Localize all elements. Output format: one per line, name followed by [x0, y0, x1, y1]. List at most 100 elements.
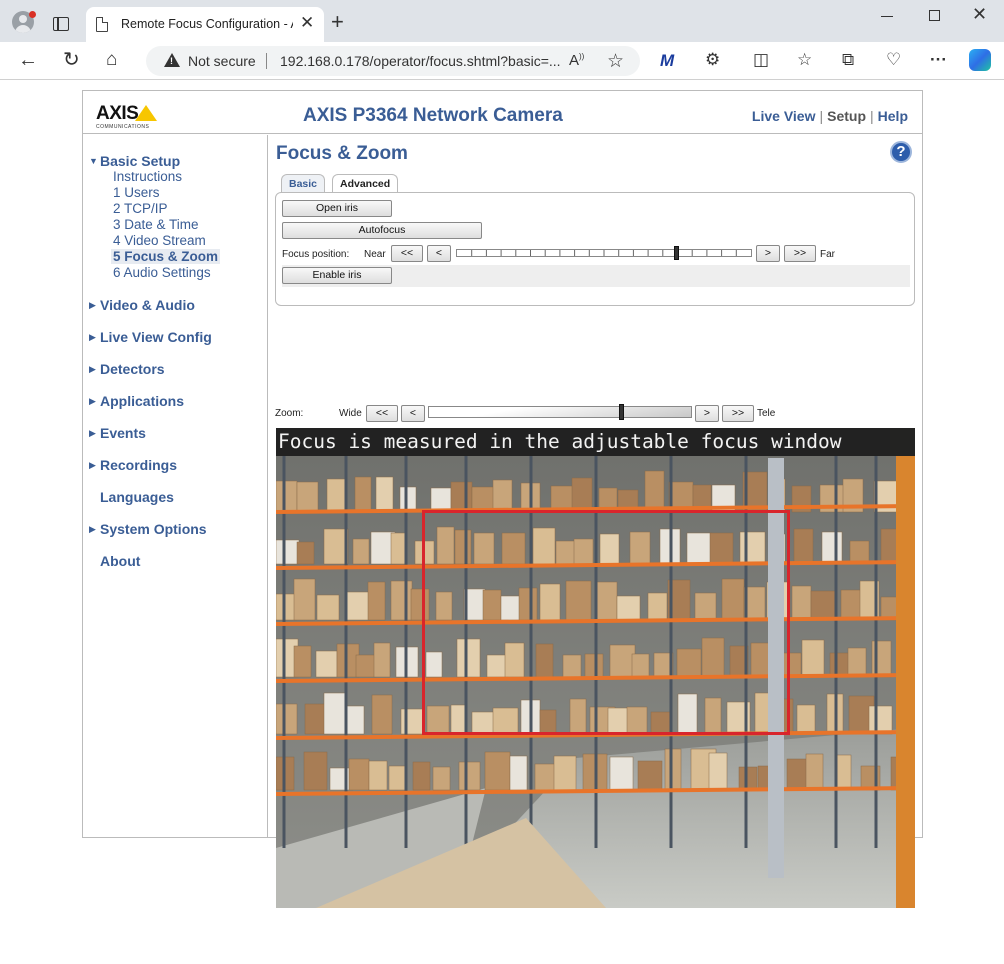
read-aloud-icon[interactable]: A)): [569, 52, 584, 69]
warehouse-box: [293, 645, 312, 678]
sidebar-system-options[interactable]: System Options: [100, 521, 207, 537]
back-icon[interactable]: ←: [18, 50, 38, 70]
chevron-right-icon[interactable]: ▶: [89, 460, 96, 471]
warehouse-box: [492, 479, 513, 513]
zoom-tele-big-step-button[interactable]: >>: [722, 405, 754, 422]
open-iris-button[interactable]: Open iris: [282, 200, 392, 217]
focus-near-step-button[interactable]: <: [427, 245, 451, 262]
security-label[interactable]: Not secure: [188, 53, 256, 69]
chevron-right-icon[interactable]: ▶: [89, 428, 96, 439]
zoom-tele-label: Tele: [757, 408, 776, 419]
tab-title: Remote Focus Configuration - AXIS: [121, 17, 293, 31]
zoom-wide-label: Wide: [339, 408, 362, 419]
chevron-right-icon[interactable]: ▶: [89, 524, 96, 535]
sidebar-item-audio-settings[interactable]: 6 Audio Settings: [113, 265, 211, 280]
focus-far-big-step-button[interactable]: >>: [784, 245, 816, 262]
star-icon[interactable]: ☆: [607, 50, 624, 73]
warehouse-box: [276, 539, 300, 565]
sidebar-live-view-config[interactable]: Live View Config: [100, 329, 212, 345]
video-caption: Focus is measured in the adjustable focu…: [276, 428, 915, 456]
sidebar-item-focus-zoom[interactable]: 5 Focus & Zoom: [111, 249, 221, 264]
sidebar-item-date-time[interactable]: 3 Date & Time: [113, 217, 199, 232]
more-icon[interactable]: ···: [930, 51, 947, 68]
chevron-right-icon[interactable]: ▶: [89, 332, 96, 343]
help-icon[interactable]: ?: [890, 141, 912, 163]
refresh-icon[interactable]: ↻: [63, 50, 80, 70]
zoom-tele-step-button[interactable]: >: [695, 405, 719, 422]
tab-advanced[interactable]: Advanced: [332, 174, 399, 193]
focus-far-step-button[interactable]: >: [756, 245, 780, 262]
warehouse-box: [880, 528, 899, 565]
autofocus-button[interactable]: Autofocus: [282, 222, 482, 239]
chevron-down-icon[interactable]: ▼: [89, 156, 98, 166]
sidebar-languages[interactable]: Languages: [100, 489, 174, 505]
url-text[interactable]: 192.168.0.178/operator/focus.shtml?basic…: [280, 53, 570, 69]
setup-link[interactable]: Setup: [827, 108, 866, 124]
warehouse-box: [276, 703, 298, 735]
zoom-slider-thumb[interactable]: [619, 404, 625, 420]
warehouse-box: [644, 470, 665, 513]
tab-actions-icon[interactable]: [53, 17, 69, 31]
sidebar-detectors[interactable]: Detectors: [100, 361, 165, 377]
sidebar-recordings[interactable]: Recordings: [100, 457, 177, 473]
sidebar-video-audio[interactable]: Video & Audio: [100, 297, 195, 313]
chevron-right-icon[interactable]: ▶: [89, 396, 96, 407]
home-icon[interactable]: ⌂: [106, 50, 117, 69]
extension-m-icon[interactable]: M: [660, 51, 674, 71]
help-link[interactable]: Help: [878, 108, 908, 124]
warehouse-box: [367, 581, 386, 621]
sidebar-item-users[interactable]: 1 Users: [113, 185, 160, 200]
camera-title: AXIS P3364 Network Camera: [303, 105, 563, 126]
zoom-slider[interactable]: [428, 404, 692, 420]
warehouse-box: [738, 766, 758, 791]
plus-icon[interactable]: +: [331, 11, 344, 33]
warehouse-box: [484, 751, 511, 791]
warehouse-box: [303, 751, 328, 791]
focus-window[interactable]: [422, 510, 790, 735]
maximize-button[interactable]: [929, 10, 940, 21]
zoom-wide-big-step-button[interactable]: <<: [366, 405, 398, 422]
live-video-view[interactable]: Focus is measured in the adjustable focu…: [276, 428, 915, 908]
focus-near-big-step-button[interactable]: <<: [391, 245, 423, 262]
sidebar-about[interactable]: About: [100, 553, 140, 569]
page-icon: [96, 17, 108, 32]
minimize-button[interactable]: [881, 16, 893, 18]
sidebar-events[interactable]: Events: [100, 425, 146, 441]
focus-slider-thumb[interactable]: [673, 246, 679, 260]
favorites-icon[interactable]: ☆: [797, 51, 812, 68]
warehouse-box: [323, 692, 348, 735]
warehouse-box: [801, 639, 825, 678]
axis-logo: AXIS: [96, 103, 139, 124]
sidebar-applications[interactable]: Applications: [100, 393, 184, 409]
page-title: Focus & Zoom: [276, 143, 408, 164]
extension-icon[interactable]: ⚙: [705, 51, 720, 68]
profile-status-dot: [29, 11, 36, 18]
warehouse-box: [399, 486, 417, 513]
tab-basic[interactable]: Basic: [281, 174, 326, 193]
warehouse-box: [315, 650, 338, 678]
browser-essentials-icon[interactable]: ♡: [886, 51, 901, 68]
copilot-icon[interactable]: [969, 49, 991, 71]
warehouse-box: [368, 760, 388, 791]
browser-tab[interactable]: Remote Focus Configuration - AXIS ✕: [86, 7, 324, 42]
warehouse-box: [373, 642, 391, 678]
window-close-button[interactable]: ✕: [972, 5, 987, 23]
chevron-right-icon[interactable]: ▶: [89, 364, 96, 375]
live-view-link[interactable]: Live View: [752, 108, 816, 124]
sidebar-item-tcpip[interactable]: 2 TCP/IP: [113, 201, 168, 216]
split-screen-icon[interactable]: ◫: [753, 51, 769, 68]
warehouse-box: [296, 541, 315, 565]
zoom-wide-step-button[interactable]: <: [401, 405, 425, 422]
chevron-right-icon[interactable]: ▶: [89, 300, 96, 311]
nav-separator: |: [819, 108, 824, 124]
sidebar-basic-setup[interactable]: Basic Setup: [100, 153, 180, 169]
enable-iris-button[interactable]: Enable iris: [282, 267, 392, 284]
address-bar[interactable]: Not secure 192.168.0.178/operator/focus.…: [146, 46, 640, 76]
sidebar-item-video-stream[interactable]: 4 Video Stream: [113, 233, 206, 248]
collections-icon[interactable]: ⧉: [842, 51, 854, 68]
focus-position-slider[interactable]: [456, 246, 752, 260]
sidebar-item-instructions[interactable]: Instructions: [113, 169, 182, 184]
focus-near-label: Near: [364, 249, 386, 260]
close-icon[interactable]: ✕: [300, 14, 314, 31]
warehouse-box: [509, 755, 528, 791]
